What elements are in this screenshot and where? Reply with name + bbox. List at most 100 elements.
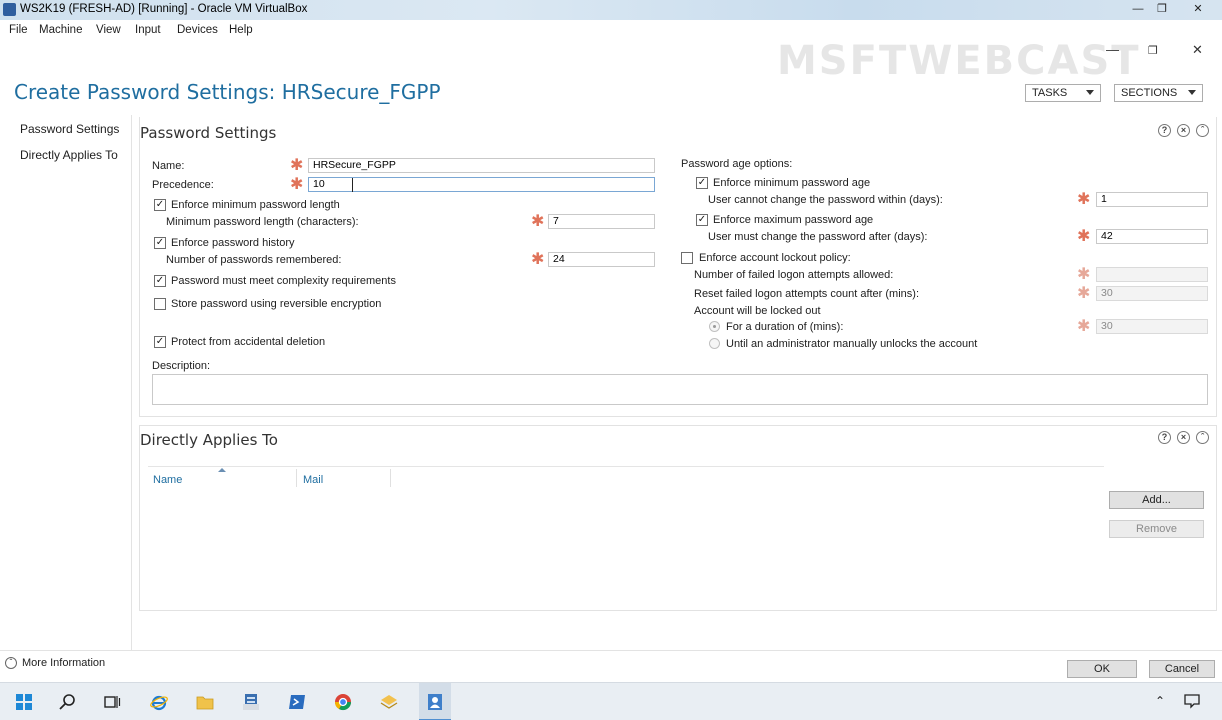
column-divider[interactable] (296, 469, 297, 487)
menu-view[interactable]: View (96, 24, 121, 36)
menu-help[interactable]: Help (229, 24, 253, 36)
text-cursor-icon (352, 178, 353, 192)
description-label: Description: (152, 360, 211, 372)
close-section-icon[interactable]: × (1177, 431, 1190, 444)
tasks-button[interactable]: TASKS (1025, 84, 1101, 102)
windows-start-icon[interactable] (13, 692, 35, 712)
required-icon: ✱ (290, 176, 304, 193)
min-age-label: User cannot change the password within (… (708, 194, 943, 206)
max-age-field[interactable]: 42 (1096, 229, 1208, 244)
enforce-min-length-checkbox[interactable]: ✓ (154, 199, 166, 211)
min-length-label: Minimum password length (characters): (166, 216, 359, 228)
lockout-policy-checkbox[interactable] (681, 252, 693, 264)
close-icon[interactable]: ✕ (1190, 2, 1206, 16)
protect-deletion-checkbox[interactable]: ✓ (154, 336, 166, 348)
nav-item-directly-applies-to[interactable]: Directly Applies To (20, 148, 118, 162)
duration-label: For a duration of (mins): (726, 321, 844, 333)
minimize-icon[interactable]: — (1130, 2, 1146, 16)
max-age-label: User must change the password after (day… (708, 231, 928, 243)
menu-machine[interactable]: Machine (39, 24, 82, 36)
ok-button[interactable]: OK (1067, 660, 1137, 678)
search-icon[interactable] (57, 692, 79, 712)
menu-devices[interactable]: Devices (177, 24, 218, 36)
powershell-icon[interactable] (286, 692, 308, 712)
precedence-field[interactable]: 10 (308, 177, 655, 192)
virtualbox-icon (3, 3, 16, 16)
enforce-history-label: Enforce password history (171, 237, 295, 249)
required-icon: ✱ (531, 213, 545, 230)
chrome-icon[interactable] (332, 692, 354, 712)
column-header-name[interactable]: Name (153, 474, 182, 486)
reset-count-field[interactable]: 30 (1096, 286, 1208, 301)
collapse-icon[interactable]: ˆ (1196, 431, 1209, 444)
duration-field[interactable]: 30 (1096, 319, 1208, 334)
vbox-window-title: WS2K19 (FRESH-AD) [Running] - Oracle VM … (20, 3, 308, 15)
watermark-logo: MSFTWEBCAST (777, 38, 1141, 84)
server-manager-icon[interactable] (240, 692, 262, 712)
menu-input[interactable]: Input (135, 24, 161, 36)
name-label: Name: (152, 160, 185, 172)
duration-radio[interactable] (709, 321, 720, 332)
password-settings-title: Password Settings (140, 124, 277, 142)
expand-up-icon[interactable]: ˆ (5, 657, 17, 669)
windows-taskbar: ⌃ (0, 682, 1222, 720)
vbox-title-bar: WS2K19 (FRESH-AD) [Running] - Oracle VM … (0, 0, 1222, 20)
restore-icon[interactable]: ❐ (1154, 2, 1170, 16)
enforce-max-age-label: Enforce maximum password age (713, 214, 874, 226)
guest-minimize-icon[interactable]: — (1106, 42, 1119, 57)
help-icon[interactable]: ? (1158, 431, 1171, 444)
guest-close-icon[interactable]: ✕ (1192, 42, 1203, 58)
ad-admin-center-icon (428, 694, 442, 710)
sections-label: SECTIONS (1121, 87, 1178, 99)
folder-archive-icon[interactable] (378, 692, 400, 712)
sections-button[interactable]: SECTIONS (1114, 84, 1203, 102)
task-view-icon[interactable] (101, 692, 123, 712)
description-field[interactable] (152, 374, 1208, 405)
collapse-icon[interactable]: ˆ (1196, 124, 1209, 137)
enforce-min-age-label: Enforce minimum password age (713, 177, 871, 189)
complexity-label: Password must meet complexity requiremen… (171, 275, 396, 287)
enforce-history-checkbox[interactable]: ✓ (154, 237, 166, 249)
until-admin-label: Until an administrator manually unlocks … (726, 338, 978, 350)
name-field[interactable]: HRSecure_FGPP (308, 158, 655, 173)
required-icon: ✱ (1077, 266, 1091, 283)
guest-restore-icon[interactable]: ❐ (1148, 44, 1158, 57)
list-header: Name Mail (148, 467, 1104, 489)
until-admin-radio[interactable] (709, 338, 720, 349)
sort-ascending-icon (218, 468, 226, 472)
reversible-encryption-checkbox[interactable] (154, 298, 166, 310)
add-button[interactable]: Add... (1109, 491, 1204, 509)
history-label: Number of passwords remembered: (166, 254, 342, 266)
column-divider[interactable] (390, 469, 391, 487)
more-information-link[interactable]: More Information (22, 657, 105, 669)
left-navigation: Password Settings Directly Applies To (0, 115, 132, 650)
file-explorer-icon[interactable] (194, 692, 216, 712)
age-options-label: Password age options: (681, 158, 793, 170)
protect-deletion-label: Protect from accidental deletion (171, 336, 326, 348)
tasks-label: TASKS (1032, 87, 1068, 99)
min-length-field[interactable]: 7 (548, 214, 655, 229)
complexity-checkbox[interactable]: ✓ (154, 275, 166, 287)
notification-center-icon[interactable] (1183, 693, 1201, 709)
reversible-encryption-label: Store password using reversible encrypti… (171, 298, 382, 310)
enforce-max-age-checkbox[interactable]: ✓ (696, 214, 708, 226)
cancel-button[interactable]: Cancel (1149, 660, 1215, 678)
remove-button[interactable]: Remove (1109, 520, 1204, 538)
nav-item-password-settings[interactable]: Password Settings (20, 122, 119, 136)
close-section-icon[interactable]: × (1177, 124, 1190, 137)
chevron-down-icon (1188, 90, 1196, 95)
active-app-highlight[interactable] (419, 683, 451, 720)
password-settings-section: Password Settings ? × ˆ Name: ✱ HRSecure… (139, 117, 1217, 417)
internet-explorer-icon[interactable] (148, 692, 170, 712)
help-icon[interactable]: ? (1158, 124, 1171, 137)
lockout-policy-label: Enforce account lockout policy: (699, 252, 851, 264)
required-icon: ✱ (531, 251, 545, 268)
precedence-label: Precedence: (152, 179, 214, 191)
min-age-field[interactable]: 1 (1096, 192, 1208, 207)
show-hidden-icons-icon[interactable]: ⌃ (1155, 694, 1165, 708)
failed-attempts-field[interactable] (1096, 267, 1208, 282)
enforce-min-age-checkbox[interactable]: ✓ (696, 177, 708, 189)
column-header-mail[interactable]: Mail (303, 474, 323, 486)
history-field[interactable]: 24 (548, 252, 655, 267)
menu-file[interactable]: File (9, 24, 28, 36)
